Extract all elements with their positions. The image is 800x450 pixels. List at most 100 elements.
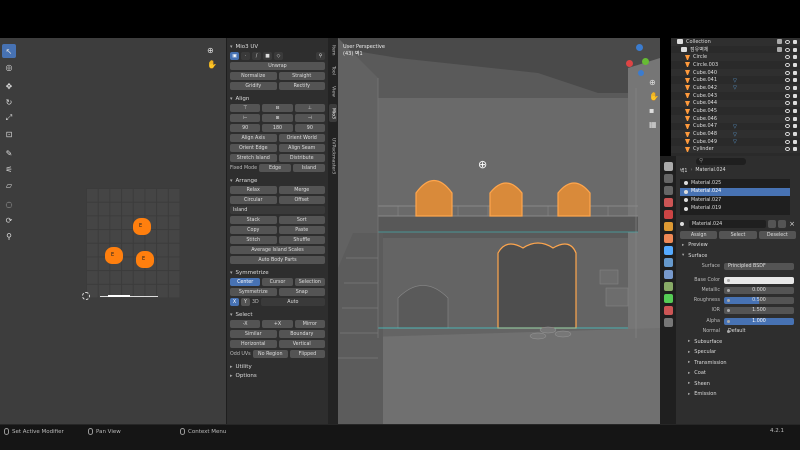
sym-cursor-button[interactable]: Cursor: [262, 278, 293, 286]
annotate-tool-icon[interactable]: ✎: [2, 146, 16, 160]
select-horizontal-button[interactable]: Horizontal: [230, 340, 277, 348]
snap-button[interactable]: Snap: [278, 288, 325, 296]
metallic-field[interactable]: 0.000: [724, 286, 794, 294]
unwrap-button[interactable]: Unwrap: [230, 62, 325, 70]
gizmo-neg-z-icon[interactable]: [638, 70, 644, 76]
stack-button[interactable]: Stack: [230, 216, 277, 224]
outliner-row-collection[interactable]: 점유벽체: [671, 46, 800, 54]
view-layer-props-icon[interactable]: [664, 198, 673, 207]
merge-button[interactable]: Merge: [278, 186, 325, 194]
axis-y-button[interactable]: Y: [241, 298, 250, 306]
render-icon[interactable]: [793, 39, 797, 44]
mio3-header[interactable]: ▾ Mio3 UV: [227, 42, 328, 51]
eye-icon[interactable]: [785, 62, 790, 67]
eye-icon[interactable]: [785, 124, 790, 129]
island-dropdown[interactable]: Island: [230, 206, 325, 214]
scale-tool-icon[interactable]: ⤢: [2, 111, 16, 125]
data-props-icon[interactable]: [664, 294, 673, 303]
uv-grid[interactable]: E E E: [86, 188, 180, 298]
material-props-icon[interactable]: [664, 306, 673, 315]
preview-section[interactable]: ▸ Preview: [676, 240, 800, 251]
render-props-icon[interactable]: [664, 174, 673, 183]
select-boundary-button[interactable]: Boundary: [278, 330, 325, 338]
transmission-section[interactable]: ▸ Transmission: [676, 357, 800, 368]
sort-button[interactable]: Sort: [278, 216, 325, 224]
auto-dropdown[interactable]: Auto: [260, 298, 325, 306]
eye-icon[interactable]: [785, 109, 790, 114]
object-props-icon[interactable]: [664, 234, 673, 243]
outliner-row-object[interactable]: Cube.043: [671, 92, 800, 100]
3d-cursor-icon[interactable]: ⊕: [478, 158, 490, 171]
orient-world-button[interactable]: Orient World: [278, 134, 325, 142]
island-mode-icon[interactable]: ◇: [274, 52, 283, 60]
stretch-island-button[interactable]: Stretch Island: [230, 154, 277, 162]
close-icon[interactable]: ×: [788, 220, 796, 228]
material-slot[interactable]: Material.025: [680, 179, 790, 188]
edge-mode-icon[interactable]: /: [252, 52, 261, 60]
rip-region-tool-icon[interactable]: ▱: [2, 178, 16, 192]
constraints-props-icon[interactable]: [664, 282, 673, 291]
render-icon[interactable]: [793, 132, 797, 137]
paste-button[interactable]: Paste: [278, 226, 325, 234]
outliner-row-object[interactable]: Cube.046: [671, 114, 800, 123]
texture-props-icon[interactable]: [664, 318, 673, 327]
arrange-header[interactable]: ▾ Arrange: [227, 176, 328, 185]
align-seam-button[interactable]: Align Seam: [278, 144, 325, 152]
outliner-row-object[interactable]: Cube.049 ▽: [671, 138, 800, 146]
pan-hand-icon[interactable]: ✋: [207, 60, 217, 70]
align-top-icon[interactable]: ⊤: [230, 104, 261, 112]
world-props-icon[interactable]: [664, 222, 673, 231]
base-color-swatch[interactable]: [724, 276, 794, 284]
render-icon[interactable]: [793, 101, 797, 106]
rip-tool-icon[interactable]: ⚟: [2, 162, 16, 176]
output-props-icon[interactable]: [664, 186, 673, 195]
pin-icon[interactable]: ⚲: [316, 52, 325, 60]
zoom-icon[interactable]: ⊕: [649, 78, 659, 88]
circular-button[interactable]: Circular: [230, 196, 277, 204]
no-region-button[interactable]: No Region: [252, 350, 288, 358]
render-icon[interactable]: [793, 93, 797, 98]
transform-tool-icon[interactable]: ⊡: [2, 127, 16, 141]
straight-button[interactable]: Straight: [278, 72, 325, 80]
tab-uvpackmaster3[interactable]: UVPackmaster3: [329, 126, 337, 186]
gizmo-y-icon[interactable]: [642, 58, 649, 65]
rotate-90-cw-button[interactable]: 90: [294, 124, 325, 132]
assign-button[interactable]: Assign: [680, 231, 718, 239]
select-neg-x-button[interactable]: -X: [230, 320, 261, 328]
outliner-row-object[interactable]: Cylinder: [671, 145, 800, 154]
outliner-row-object[interactable]: Cube.048 ▽: [671, 130, 800, 138]
axis-x-button[interactable]: X: [230, 298, 239, 306]
fixed-mode-edge[interactable]: Edge: [259, 164, 292, 172]
eye-icon[interactable]: [785, 116, 790, 121]
eye-icon[interactable]: [785, 39, 790, 44]
select-vertical-button[interactable]: Vertical: [278, 340, 325, 348]
outliner-row-object[interactable]: Cube.042 ▽: [671, 84, 800, 92]
gridify-button[interactable]: Gridify: [230, 82, 277, 90]
flipped-button[interactable]: Flipped: [289, 350, 325, 358]
uv-island[interactable]: E: [133, 218, 151, 235]
select-header[interactable]: ▾ Select: [227, 310, 328, 319]
sym-center-button[interactable]: Center: [230, 278, 261, 286]
rotate-180-button[interactable]: 180: [262, 124, 293, 132]
sync-select-icon[interactable]: ▣: [230, 52, 239, 60]
eye-icon[interactable]: [785, 93, 790, 98]
properties-search-input[interactable]: ⚲: [696, 157, 746, 165]
normalize-button[interactable]: Normalize: [230, 72, 277, 80]
render-icon[interactable]: [793, 139, 797, 144]
uv-editor[interactable]: ↖ ◎ ✥ ↻ ⤢ ⊡ ✎ ⚟ ▱ ◌ ⟳ ⚲ ⊕ ✋ E E E: [0, 38, 226, 424]
zoom-icon[interactable]: ⊕: [207, 46, 217, 56]
align-left-icon[interactable]: ⊢: [230, 114, 261, 122]
material-slot[interactable]: Material.027: [680, 196, 790, 205]
3d-viewport[interactable]: User Perspective (43) 벽1 ⊕ ⊕ ✋ ▪ ▦: [338, 38, 660, 424]
subsurface-section[interactable]: ▸ Subsurface: [676, 336, 800, 347]
align-right-icon[interactable]: ⊣: [294, 114, 325, 122]
rotate-90-ccw-button[interactable]: 90: [230, 124, 261, 132]
material-slot[interactable]: Material.019: [680, 205, 790, 214]
render-icon[interactable]: [793, 85, 797, 90]
emission-section[interactable]: ▸ Emission: [676, 389, 800, 400]
tab-view[interactable]: View: [329, 82, 337, 100]
physics-props-icon[interactable]: [664, 270, 673, 279]
render-icon[interactable]: [793, 47, 797, 52]
rectify-button[interactable]: Rectify: [278, 82, 325, 90]
select-button[interactable]: Select: [719, 231, 757, 239]
